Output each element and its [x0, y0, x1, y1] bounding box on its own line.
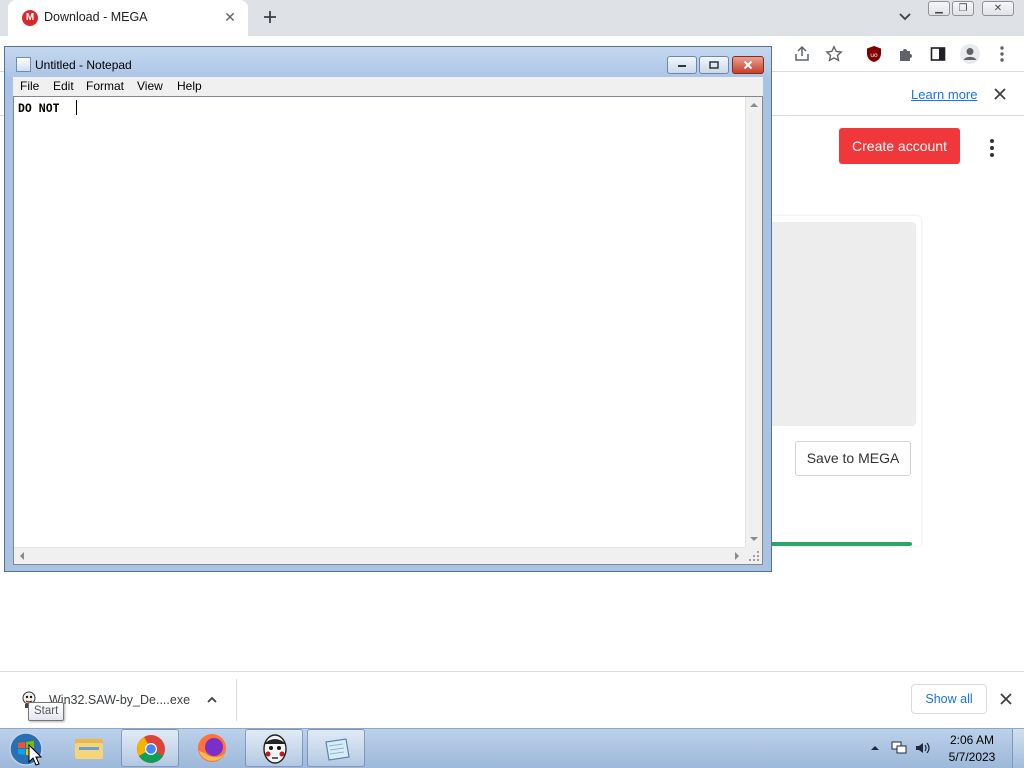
scroll-down-icon[interactable]	[750, 537, 758, 541]
share-button[interactable]	[790, 42, 814, 66]
clock-time[interactable]: 2:06 AM	[940, 733, 1004, 747]
notepad-content: DO NOT	[18, 101, 67, 115]
close-icon	[994, 88, 1006, 100]
taskbar-explorer[interactable]	[60, 729, 118, 767]
menu-file[interactable]: File	[20, 79, 39, 93]
menu-view[interactable]: View	[137, 79, 163, 93]
file-preview	[760, 222, 916, 426]
notepad-menubar: File Edit Format View Help	[13, 77, 763, 96]
svg-text:uo: uo	[870, 52, 878, 59]
new-tab-button[interactable]	[258, 5, 282, 29]
star-icon	[825, 45, 843, 62]
plus-icon	[264, 11, 276, 23]
restore-icon	[709, 61, 719, 69]
download-progress-bar	[760, 542, 912, 546]
notepad-text-area[interactable]: DO NOT	[13, 96, 763, 565]
minimize-icon	[678, 65, 686, 67]
extensions-button[interactable]	[894, 42, 918, 66]
learn-more-link[interactable]: Learn more	[911, 87, 977, 102]
notepad-minimize-button[interactable]	[667, 56, 697, 74]
notepad-title: Untitled - Notepad	[35, 58, 132, 72]
download-options-button[interactable]	[204, 692, 220, 708]
notepad-close-button[interactable]	[732, 56, 764, 74]
page-menu-button[interactable]	[982, 136, 1002, 160]
tab-title: Download - MEGA	[44, 10, 148, 24]
shelf-divider	[236, 679, 237, 721]
ublock-icon: uo	[867, 46, 881, 62]
menu-edit[interactable]: Edit	[53, 79, 74, 93]
horizontal-scrollbar[interactable]	[14, 547, 745, 564]
network-icon[interactable]	[890, 740, 907, 756]
taskbar-firefox[interactable]	[183, 729, 241, 767]
download-file-name[interactable]: Win32.SAW-by_De....exe	[49, 693, 190, 707]
bookmark-button[interactable]	[822, 42, 846, 66]
close-icon	[743, 60, 753, 70]
kebab-dot	[990, 139, 994, 143]
scroll-right-icon[interactable]	[735, 552, 739, 560]
taskbar-chrome[interactable]	[121, 729, 179, 767]
folder-icon	[75, 739, 103, 759]
clock-date[interactable]: 5/7/2023	[940, 750, 1004, 764]
saw-puppet-icon	[263, 734, 287, 764]
menu-format[interactable]: Format	[86, 79, 124, 93]
share-icon	[795, 45, 809, 61]
show-hidden-icons-icon[interactable]	[867, 740, 883, 756]
close-icon[interactable]: ✕	[222, 8, 238, 26]
maximize-button[interactable]: ❐	[952, 1, 974, 16]
resize-grip-icon	[749, 551, 759, 561]
minimize-button[interactable]: ▁	[928, 1, 950, 16]
side-panel-button[interactable]	[926, 42, 950, 66]
profile-icon	[960, 44, 980, 64]
scroll-up-icon[interactable]	[750, 103, 758, 107]
chevron-down-icon	[899, 13, 911, 21]
taskbar-notepad[interactable]	[307, 729, 365, 767]
puzzle-icon	[900, 49, 912, 61]
volume-icon[interactable]	[914, 740, 930, 756]
kebab-dot	[990, 153, 994, 157]
notepad-window: Untitled - Notepad File Edit Format View…	[4, 46, 772, 572]
show-all-button[interactable]: Show all	[911, 684, 987, 714]
create-account-button[interactable]: Create account	[839, 128, 960, 164]
infobar-close-button[interactable]	[990, 84, 1010, 104]
notepad-icon	[325, 738, 350, 761]
scroll-left-icon[interactable]	[20, 552, 24, 560]
start-tooltip: Start	[28, 702, 65, 721]
browser-tab[interactable]: M Download - MEGA ✕	[8, 0, 248, 36]
chevron-up-icon	[207, 696, 217, 703]
vertical-scrollbar[interactable]	[745, 97, 762, 547]
kebab-dot	[990, 146, 994, 150]
kebab-menu-icon	[1000, 46, 1004, 62]
text-caret	[76, 100, 77, 115]
browser-tabstrip: M Download - MEGA ✕ ▁ ❐ ✕	[0, 0, 1024, 36]
close-icon	[1000, 693, 1012, 705]
save-to-mega-button[interactable]: Save to MEGA	[795, 441, 911, 476]
close-window-button[interactable]: ✕	[982, 1, 1014, 16]
taskbar-saw-app[interactable]	[245, 729, 303, 767]
ublock-extension[interactable]: uo	[862, 42, 886, 66]
notepad-maximize-button[interactable]	[699, 56, 729, 74]
resize-grip[interactable]	[745, 547, 762, 564]
mega-logo-icon: M	[22, 10, 38, 26]
browser-menu-button[interactable]	[990, 42, 1014, 66]
firefox-icon	[198, 734, 226, 762]
notepad-icon	[16, 57, 31, 72]
chrome-icon	[137, 735, 165, 763]
show-desktop-button[interactable]	[1012, 729, 1024, 768]
mouse-cursor-icon	[28, 743, 43, 766]
tab-search-button[interactable]	[895, 8, 915, 26]
menu-help[interactable]: Help	[177, 79, 202, 93]
profile-button[interactable]	[958, 42, 982, 66]
notepad-titlebar[interactable]: Untitled - Notepad	[5, 47, 771, 77]
shelf-close-button[interactable]	[996, 689, 1016, 709]
side-panel-icon	[930, 47, 946, 61]
